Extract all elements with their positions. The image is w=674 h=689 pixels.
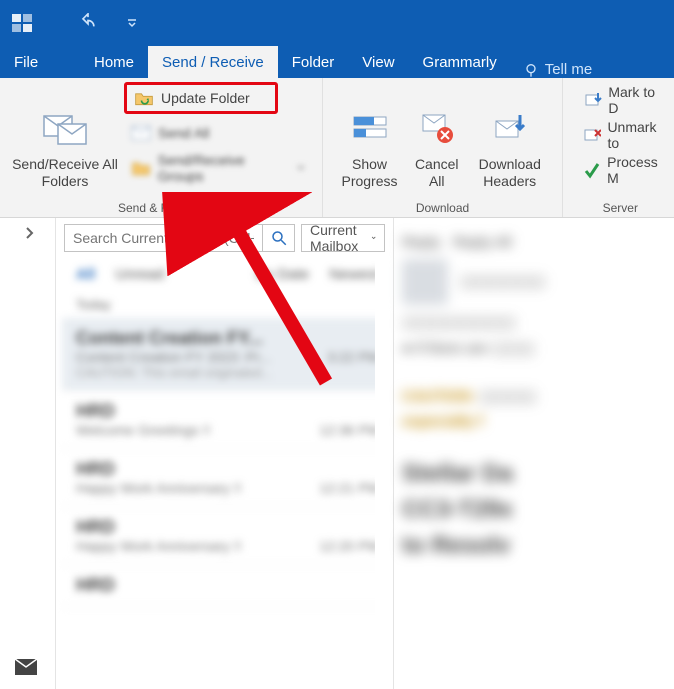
tell-me[interactable]: Tell me [523, 61, 593, 78]
update-folder-label: Update Folder [161, 90, 250, 106]
show-progress-button[interactable]: Show Progress [333, 82, 406, 190]
mark-download-label: Mark to D [608, 84, 661, 116]
tab-grammarly[interactable]: Grammarly [409, 46, 511, 78]
group-caption-server: Server [573, 199, 668, 215]
download-headers-button[interactable]: Download Headers [467, 82, 552, 190]
search-scope-dropdown[interactable]: Current Mailbox [301, 224, 385, 252]
unmark-button[interactable]: Unmark to [577, 119, 668, 151]
unmark-icon [583, 124, 601, 146]
app-icon [10, 11, 34, 35]
ribbon-tabs: File Home Send / Receive Folder View Gra… [0, 46, 674, 78]
expand-nav-icon[interactable] [24, 227, 34, 244]
process-icon [583, 159, 601, 181]
list-item[interactable]: HRD Happy Work Anniversary !!12:21 PM [62, 449, 393, 507]
tell-me-label: Tell me [545, 61, 593, 78]
list-scrollbar[interactable] [375, 258, 393, 689]
cancel-all-button[interactable]: Cancel All [406, 82, 467, 190]
date-header: Today [62, 291, 393, 318]
search-icon[interactable] [262, 225, 294, 251]
envelope-icon [130, 122, 152, 144]
list-item[interactable]: Content Creation FY... Content Creation … [62, 318, 393, 391]
group-caption-send-receive: Send & Receive [10, 199, 312, 215]
mail-icon[interactable] [14, 663, 38, 680]
list-filter-row[interactable]: All Unread By Date Newest [62, 258, 393, 291]
send-receive-all-button[interactable]: Send/Receive All Folders [10, 82, 120, 190]
group-server: Mark to D Unmark to Process M Server [563, 78, 674, 217]
search-box[interactable] [64, 224, 295, 252]
send-all-button[interactable]: Send All [124, 117, 278, 149]
tab-file[interactable]: File [0, 46, 80, 78]
mark-download-button[interactable]: Mark to D [577, 84, 668, 116]
title-bar [0, 0, 674, 46]
process-label: Process M [607, 154, 661, 186]
undo-button[interactable] [74, 9, 102, 37]
ribbon: Send/Receive All Folders Update Folder S… [0, 78, 674, 218]
send-all-label: Send All [158, 125, 209, 141]
mark-download-icon [583, 89, 602, 111]
process-button[interactable]: Process M [577, 154, 668, 186]
qat-dropdown[interactable] [126, 9, 138, 37]
send-receive-groups-button[interactable]: Send/Receive Groups [124, 152, 312, 184]
nav-rail [0, 218, 56, 689]
tab-folder[interactable]: Folder [278, 46, 349, 78]
group-send-receive: Send/Receive All Folders Update Folder S… [0, 78, 323, 217]
tab-send-receive[interactable]: Send / Receive [148, 46, 278, 78]
update-folder-button[interactable]: Update Folder [124, 82, 278, 114]
tab-view[interactable]: View [348, 46, 408, 78]
scroll-up-icon[interactable] [375, 258, 393, 276]
search-scope-label: Current Mailbox [310, 222, 363, 254]
content-area: Current Mailbox All Unread By Date Newes… [0, 218, 674, 689]
folder-icon [130, 157, 152, 179]
group-download: Show Progress Cancel All Download Header… [323, 78, 563, 217]
list-item[interactable]: HRD Happy Work Anniversary !!12:20 PM [62, 507, 393, 565]
search-input[interactable] [65, 230, 262, 246]
download-headers-label: Download Headers [467, 156, 552, 190]
folder-refresh-icon [133, 87, 155, 109]
avatar [402, 259, 448, 305]
show-progress-label: Show Progress [333, 156, 406, 190]
list-item[interactable]: HRD [62, 565, 393, 607]
list-item[interactable]: HRD Welcome Greetings !!12:36 PM [62, 391, 393, 449]
tab-home[interactable]: Home [80, 46, 148, 78]
unmark-label: Unmark to [607, 119, 661, 151]
send-receive-all-label: Send/Receive All Folders [10, 156, 120, 190]
group-caption-download: Download [333, 199, 552, 215]
reading-pane: Reply Reply All ▢▢▢▢▢▢ ▢▢▢▢▢▢▢▢ ● If the… [394, 218, 674, 689]
cancel-all-label: Cancel All [406, 156, 467, 190]
send-receive-groups-label: Send/Receive Groups [158, 152, 293, 184]
message-list: Current Mailbox All Unread By Date Newes… [56, 218, 394, 689]
